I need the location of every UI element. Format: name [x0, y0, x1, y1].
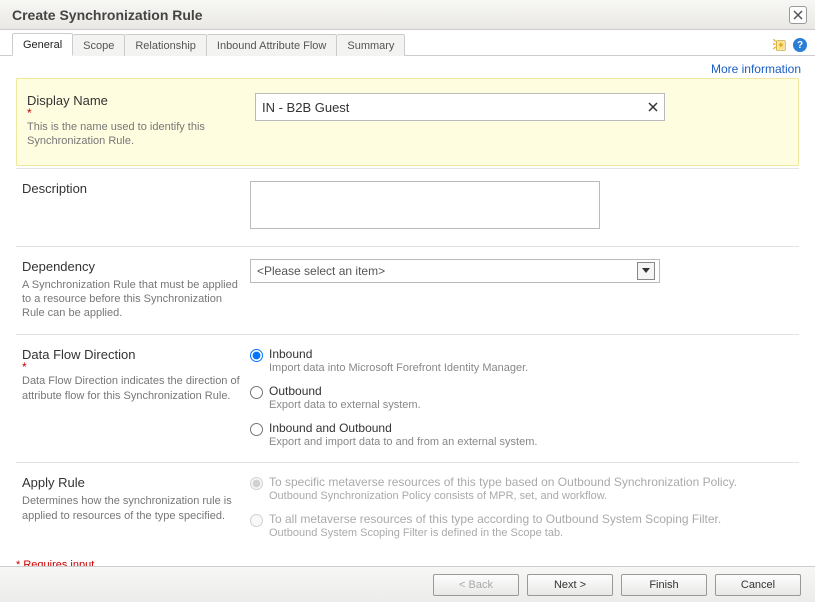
finish-button[interactable]: Finish: [621, 574, 707, 596]
display-name-input[interactable]: [262, 94, 636, 120]
radio-apply-policy-label: To specific metaverse resources of this …: [269, 475, 737, 489]
dependency-select[interactable]: <Please select an item>: [250, 259, 660, 283]
radio-apply-filter-sub: Outbound System Scoping Filter is define…: [269, 527, 721, 539]
close-button[interactable]: [789, 6, 807, 24]
direction-help: Data Flow Direction indicates the direct…: [22, 374, 242, 403]
radio-apply-policy: To specific metaverse resources of this …: [250, 475, 793, 502]
radio-outbound-label: Outbound: [269, 384, 322, 398]
required-indicator: *: [22, 364, 242, 370]
cancel-button[interactable]: Cancel: [715, 574, 801, 596]
radio-apply-policy-input: [250, 477, 263, 490]
help-icon[interactable]: ?: [793, 38, 807, 52]
display-name-help: This is the name used to identify this S…: [27, 120, 247, 149]
next-button[interactable]: Next >: [527, 574, 613, 596]
apply-rule-label: Apply Rule: [22, 475, 242, 490]
new-item-icon[interactable]: +: [773, 38, 787, 52]
tab-scope[interactable]: Scope: [73, 34, 125, 56]
clear-input-icon[interactable]: [648, 99, 658, 115]
dependency-placeholder: <Please select an item>: [257, 264, 385, 278]
radio-inbound-input[interactable]: [250, 349, 263, 362]
description-label: Description: [22, 181, 242, 196]
radio-both-label: Inbound and Outbound: [269, 421, 392, 435]
description-input[interactable]: [250, 181, 600, 229]
radio-apply-filter: To all metaverse resources of this type …: [250, 512, 793, 539]
tab-summary[interactable]: Summary: [337, 34, 405, 56]
radio-apply-filter-input: [250, 514, 263, 527]
back-button: < Back: [433, 574, 519, 596]
radio-inbound-label: Inbound: [269, 347, 312, 361]
radio-both-input[interactable]: [250, 423, 263, 436]
display-name-label: Display Name: [27, 93, 247, 108]
direction-label: Data Flow Direction: [22, 347, 242, 362]
radio-both[interactable]: Inbound and Outbound Export and import d…: [250, 421, 793, 448]
radio-outbound-input[interactable]: [250, 386, 263, 399]
radio-inbound-sub: Import data into Microsoft Forefront Ide…: [269, 362, 528, 374]
dependency-label: Dependency: [22, 259, 242, 274]
more-information-link[interactable]: More information: [711, 62, 801, 76]
chevron-down-icon: [637, 262, 655, 280]
apply-rule-help: Determines how the synchronization rule …: [22, 494, 242, 523]
required-indicator: *: [27, 110, 247, 116]
tab-relationship[interactable]: Relationship: [125, 34, 207, 56]
tab-general[interactable]: General: [12, 33, 73, 56]
radio-outbound[interactable]: Outbound Export data to external system.: [250, 384, 793, 411]
svg-text:+: +: [779, 41, 784, 50]
dependency-help: A Synchronization Rule that must be appl…: [22, 278, 242, 321]
radio-apply-filter-label: To all metaverse resources of this type …: [269, 512, 721, 526]
radio-inbound[interactable]: Inbound Import data into Microsoft Foref…: [250, 347, 793, 374]
radio-outbound-sub: Export data to external system.: [269, 399, 421, 411]
radio-apply-policy-sub: Outbound Synchronization Policy consists…: [269, 490, 737, 502]
window-title: Create Synchronization Rule: [12, 7, 203, 23]
radio-both-sub: Export and import data to and from an ex…: [269, 436, 537, 448]
tab-inbound-attribute-flow[interactable]: Inbound Attribute Flow: [207, 34, 337, 56]
